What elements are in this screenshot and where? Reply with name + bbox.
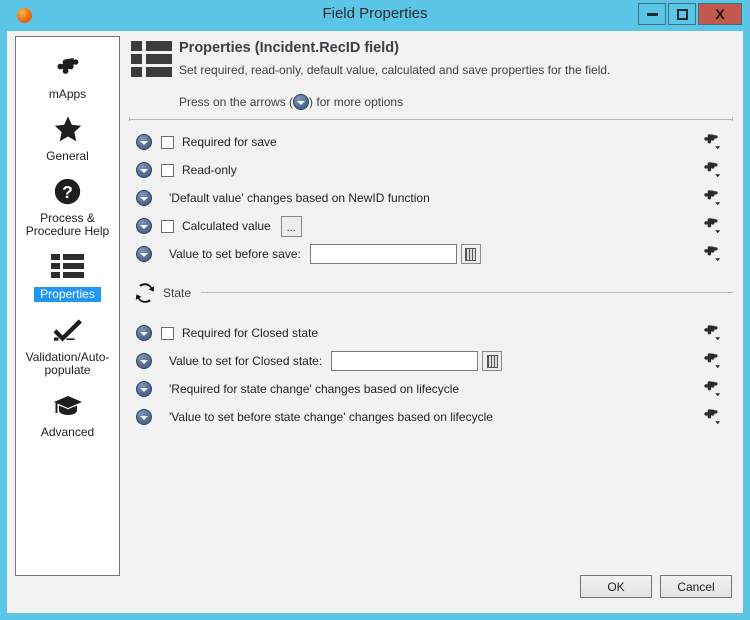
calculated-value-checkbox[interactable] <box>161 219 174 233</box>
option-row-value-closed-state: Value to set for Closed state: <box>127 347 735 375</box>
arrows-hint-suffix: ) for more options <box>309 95 404 109</box>
dropdown-arrow-icon[interactable] <box>136 353 152 369</box>
refresh-cycle-icon <box>132 280 158 306</box>
dropdown-arrow-icon[interactable] <box>136 218 152 234</box>
sidebar: mApps General ? Process & Procedure Help… <box>15 36 120 576</box>
option-label: 'Required for state change' changes base… <box>169 382 460 396</box>
ok-button[interactable]: OK <box>580 575 652 598</box>
dropdown-arrow-icon[interactable] <box>136 409 152 425</box>
sidebar-item-process-procedure-help[interactable]: ? Process & Procedure Help <box>16 167 119 242</box>
sidebar-item-label: Process & Procedure Help <box>25 211 110 238</box>
svg-text:?: ? <box>62 181 73 201</box>
sidebar-item-general[interactable]: General <box>16 105 119 167</box>
required-for-closed-state-checkbox[interactable] <box>161 326 174 340</box>
question-mark-icon: ? <box>53 173 82 209</box>
star-icon <box>52 111 84 147</box>
option-label: Read-only <box>182 163 237 177</box>
option-label: Value to set before save: <box>169 247 301 261</box>
puzzle-menu-icon[interactable] <box>703 352 721 370</box>
list-grid-icon <box>51 248 84 284</box>
state-options-list: Required for Closed state Value to set f… <box>127 319 735 431</box>
field-properties-window: Field Properties X mApps General ? Proce… <box>0 0 750 620</box>
option-row-required-for-save: Required for save <box>127 128 735 156</box>
main-options-list: Required for save Read-only 'Default val… <box>127 128 735 268</box>
dropdown-arrow-icon[interactable] <box>136 190 152 206</box>
sidebar-item-label: General <box>46 149 89 163</box>
dropdown-arrow-icon[interactable] <box>136 246 152 262</box>
option-row-calculated-value: Calculated value ... <box>127 212 735 240</box>
puzzle-menu-icon[interactable] <box>703 133 721 151</box>
state-group-divider <box>201 292 733 293</box>
client-area: mApps General ? Process & Procedure Help… <box>7 31 743 613</box>
graduation-cap-icon <box>52 387 84 423</box>
arrows-hint-prefix: Press on the arrows ( <box>179 95 294 109</box>
window-controls: X <box>636 3 742 25</box>
puzzle-menu-icon[interactable] <box>703 324 721 342</box>
page-subtitle: Set required, read-only, default value, … <box>179 63 611 77</box>
state-group-label: State <box>163 286 197 300</box>
properties-pane: Properties (Incident.RecID field) Set re… <box>127 36 735 576</box>
maximize-icon <box>676 8 688 20</box>
puzzle-menu-icon[interactable] <box>703 189 721 207</box>
calculated-value-ellipsis-button[interactable]: ... <box>280 215 302 237</box>
sidebar-item-label: Validation/Auto-populate <box>25 350 110 377</box>
sidebar-item-label: Properties <box>34 287 101 302</box>
dropdown-arrow-icon[interactable] <box>136 325 152 341</box>
option-label: 'Default value' changes based on NewID f… <box>169 191 430 205</box>
state-group-header: State <box>127 281 735 307</box>
sidebar-item-label: Advanced <box>40 425 95 439</box>
dialog-footer: OK Cancel <box>7 575 743 605</box>
option-row-value-before-save: Value to set before save: <box>127 240 735 268</box>
option-label: Calculated value <box>182 219 271 233</box>
dropdown-arrow-icon[interactable] <box>136 162 152 178</box>
header-divider <box>129 117 733 121</box>
required-for-save-checkbox[interactable] <box>161 135 174 149</box>
value-before-save-input[interactable] <box>309 244 457 264</box>
sidebar-item-label: mApps <box>48 87 87 101</box>
option-label: Required for Closed state <box>182 326 319 340</box>
dropdown-arrow-icon[interactable] <box>136 381 152 397</box>
sidebar-item-mapps[interactable]: mApps <box>16 43 119 105</box>
dropdown-arrow-icon[interactable] <box>136 134 152 150</box>
option-row-value-state-change: 'Value to set before state change' chang… <box>127 403 735 431</box>
puzzle-menu-icon[interactable] <box>703 380 721 398</box>
sidebar-item-advanced[interactable]: Advanced <box>16 381 119 443</box>
title-bar: Field Properties X <box>0 0 750 31</box>
option-label: Value to set for Closed state: <box>169 354 323 368</box>
option-row-default-value: 'Default value' changes based on NewID f… <box>127 184 735 212</box>
list-grid-icon <box>131 41 173 77</box>
puzzle-menu-icon[interactable] <box>703 217 721 235</box>
value-for-closed-state-input[interactable] <box>331 351 479 371</box>
checkmark-icon <box>51 312 85 348</box>
minimize-icon <box>646 12 658 16</box>
read-only-checkbox[interactable] <box>161 163 174 177</box>
option-label: Required for save <box>182 135 277 149</box>
puzzle-icon <box>53 49 83 85</box>
close-icon: X <box>715 6 725 22</box>
list-picker-icon[interactable] <box>482 351 503 371</box>
close-button[interactable]: X <box>698 3 742 25</box>
option-label: 'Value to set before state change' chang… <box>169 410 493 424</box>
list-picker-icon[interactable] <box>460 244 481 264</box>
option-row-required-closed-state: Required for Closed state <box>127 319 735 347</box>
page-title: Properties (Incident.RecID field) <box>179 40 399 56</box>
cancel-button[interactable]: Cancel <box>660 575 732 598</box>
maximize-button[interactable] <box>668 3 696 25</box>
pane-header: Properties (Incident.RecID field) Set re… <box>127 36 735 121</box>
option-row-required-state-change: 'Required for state change' changes base… <box>127 375 735 403</box>
arrows-hint: Press on the arrows ( ) for more options <box>179 94 403 110</box>
puzzle-menu-icon[interactable] <box>703 161 721 179</box>
dropdown-arrow-icon <box>293 94 310 110</box>
option-row-read-only: Read-only <box>127 156 735 184</box>
sidebar-item-validation-autopopulate[interactable]: Validation/Auto-populate <box>16 306 119 381</box>
puzzle-menu-icon[interactable] <box>703 408 721 426</box>
sidebar-item-properties[interactable]: Properties <box>16 242 119 306</box>
minimize-button[interactable] <box>638 3 666 25</box>
puzzle-menu-icon[interactable] <box>703 245 721 263</box>
